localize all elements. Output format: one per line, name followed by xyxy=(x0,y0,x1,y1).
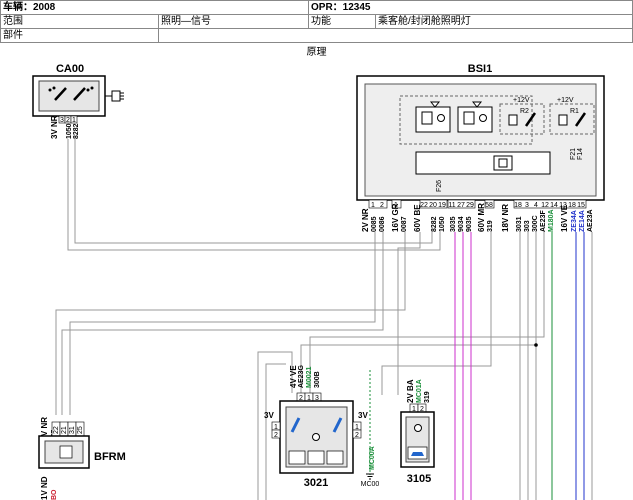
ca00-conn-label: 3V NR xyxy=(50,115,59,139)
svg-text:2: 2 xyxy=(380,202,384,209)
svg-text:1: 1 xyxy=(371,202,375,209)
svg-text:MC00: MC00 xyxy=(361,481,380,488)
bfrm-pins: 22 21 31 25 xyxy=(51,421,85,437)
svg-text:300C: 300C xyxy=(532,215,539,232)
svg-text:3: 3 xyxy=(525,202,529,209)
svg-text:25: 25 xyxy=(77,426,84,434)
svg-text:14: 14 xyxy=(550,202,558,209)
svg-text:8282: 8282 xyxy=(431,216,438,232)
svg-text:2: 2 xyxy=(274,432,278,439)
svg-text:303: 303 xyxy=(524,220,531,232)
svg-text:1: 1 xyxy=(355,424,359,431)
svg-text:0085: 0085 xyxy=(371,216,378,232)
svg-text:60V BE: 60V BE xyxy=(413,204,422,232)
svg-text:ZE34A: ZE34A xyxy=(571,210,578,232)
fuse-f26: F26 xyxy=(436,180,443,192)
svg-text:M180A: M180A xyxy=(548,209,555,232)
c3021-lamp-icon xyxy=(312,433,320,441)
c3105-title: 3105 xyxy=(407,473,431,485)
fuse-f14: F14 xyxy=(577,148,584,160)
ca00-pins: 3 2 1 xyxy=(58,115,78,124)
ca00-inner xyxy=(38,80,100,112)
svg-text:18V NR: 18V NR xyxy=(501,204,510,232)
svg-text:31: 31 xyxy=(69,426,76,434)
svg-text:18: 18 xyxy=(568,202,576,209)
wiring-diagram: .bx{fill:#fff;stroke:#000;stroke-width:1… xyxy=(32,63,605,500)
ca00-component: CA00 3 2 1 3V NR 1050 8282 xyxy=(32,63,124,139)
svg-text:18: 18 xyxy=(514,202,522,209)
svg-text:16V GR: 16V GR xyxy=(391,203,400,232)
svg-text:R1: R1 xyxy=(570,108,579,115)
bsi1-module-2 xyxy=(457,106,493,133)
svg-text:3031: 3031 xyxy=(516,216,523,232)
fuse-f21: F21 xyxy=(570,148,577,160)
svg-text:2V BA: 2V BA xyxy=(406,379,415,403)
svg-text:9034: 9034 xyxy=(458,216,465,232)
svg-text:11: 11 xyxy=(448,202,455,209)
ca00-ground-icon xyxy=(111,90,121,102)
c3105-component: 2V BA MC01A 319 1 2 3105 xyxy=(400,379,435,485)
svg-text:3V: 3V xyxy=(264,411,274,420)
c3105-lamp-icon xyxy=(414,424,422,432)
c3021-title: 3021 xyxy=(304,477,328,489)
svg-text:1: 1 xyxy=(274,424,278,431)
c3021-component: 4V VE AE23G M0021 300B 2 1 3 3V 3V 1 2 1… xyxy=(264,364,368,489)
svg-text:21: 21 xyxy=(61,426,68,434)
svg-text:ZE14A: ZE14A xyxy=(579,210,586,232)
svg-text:12: 12 xyxy=(541,202,549,209)
svg-text:58: 58 xyxy=(485,202,493,209)
svg-text:3: 3 xyxy=(60,117,64,124)
svg-text:15: 15 xyxy=(577,202,585,209)
bsi1-component: BSI1 +12V +12V R2 R1 F26 F21 F14 1 2 1 2… xyxy=(356,63,605,232)
svg-text:4: 4 xyxy=(534,202,538,209)
svg-text:9035: 9035 xyxy=(466,216,473,232)
svg-text:60V MR: 60V MR xyxy=(477,203,486,232)
svg-text:1050: 1050 xyxy=(439,216,446,232)
svg-text:19: 19 xyxy=(438,202,446,209)
svg-text:27: 27 xyxy=(457,202,465,209)
bsi1-title: BSI1 xyxy=(468,63,492,75)
svg-text:8282: 8282 xyxy=(73,123,80,139)
svg-text:2: 2 xyxy=(355,432,359,439)
svg-text:4V VE: 4V VE xyxy=(289,365,298,388)
c3105-car-icon xyxy=(411,452,424,456)
svg-text:1050: 1050 xyxy=(66,123,73,139)
svg-text:M0021: M0021 xyxy=(306,366,313,388)
bfrm-title: BFRM xyxy=(94,451,126,463)
svg-text:1: 1 xyxy=(72,117,76,124)
bsi1-controller xyxy=(415,151,551,175)
svg-text:AE23A: AE23A xyxy=(587,209,594,232)
svg-text:22: 22 xyxy=(53,426,60,434)
svg-text:1V ND: 1V ND xyxy=(40,476,49,500)
bsi1-module-1 xyxy=(415,106,451,133)
svg-text:2V NR: 2V NR xyxy=(361,208,370,232)
svg-text:MC01A: MC01A xyxy=(416,379,423,403)
svg-text:BO: BO xyxy=(51,489,58,500)
svg-text:+12V: +12V xyxy=(513,97,530,104)
svg-text:AE23G: AE23G xyxy=(298,364,305,388)
ground-mc00: MC00A MC00 xyxy=(361,446,380,488)
svg-text:0087: 0087 xyxy=(401,216,408,232)
svg-text:2: 2 xyxy=(66,117,70,124)
svg-text:0086: 0086 xyxy=(379,216,386,232)
svg-text:3V: 3V xyxy=(358,411,368,420)
svg-text:300B: 300B xyxy=(314,371,321,388)
svg-text:AE23F: AE23F xyxy=(540,209,547,232)
svg-text:16V VE: 16V VE xyxy=(560,204,569,232)
svg-text:20: 20 xyxy=(429,202,437,209)
svg-text:MC00A: MC00A xyxy=(369,446,376,470)
svg-text:3035: 3035 xyxy=(450,216,457,232)
svg-text:R2: R2 xyxy=(520,108,529,115)
svg-text:319: 319 xyxy=(424,391,431,403)
svg-text:319: 319 xyxy=(487,220,494,232)
svg-text:29: 29 xyxy=(466,202,474,209)
bfrm-component: 54V NR 0085 0086 0087 22 21 31 25 BFRM 1… xyxy=(38,417,126,500)
svg-text:+12V: +12V xyxy=(557,97,574,104)
ca00-title: CA00 xyxy=(56,63,84,75)
